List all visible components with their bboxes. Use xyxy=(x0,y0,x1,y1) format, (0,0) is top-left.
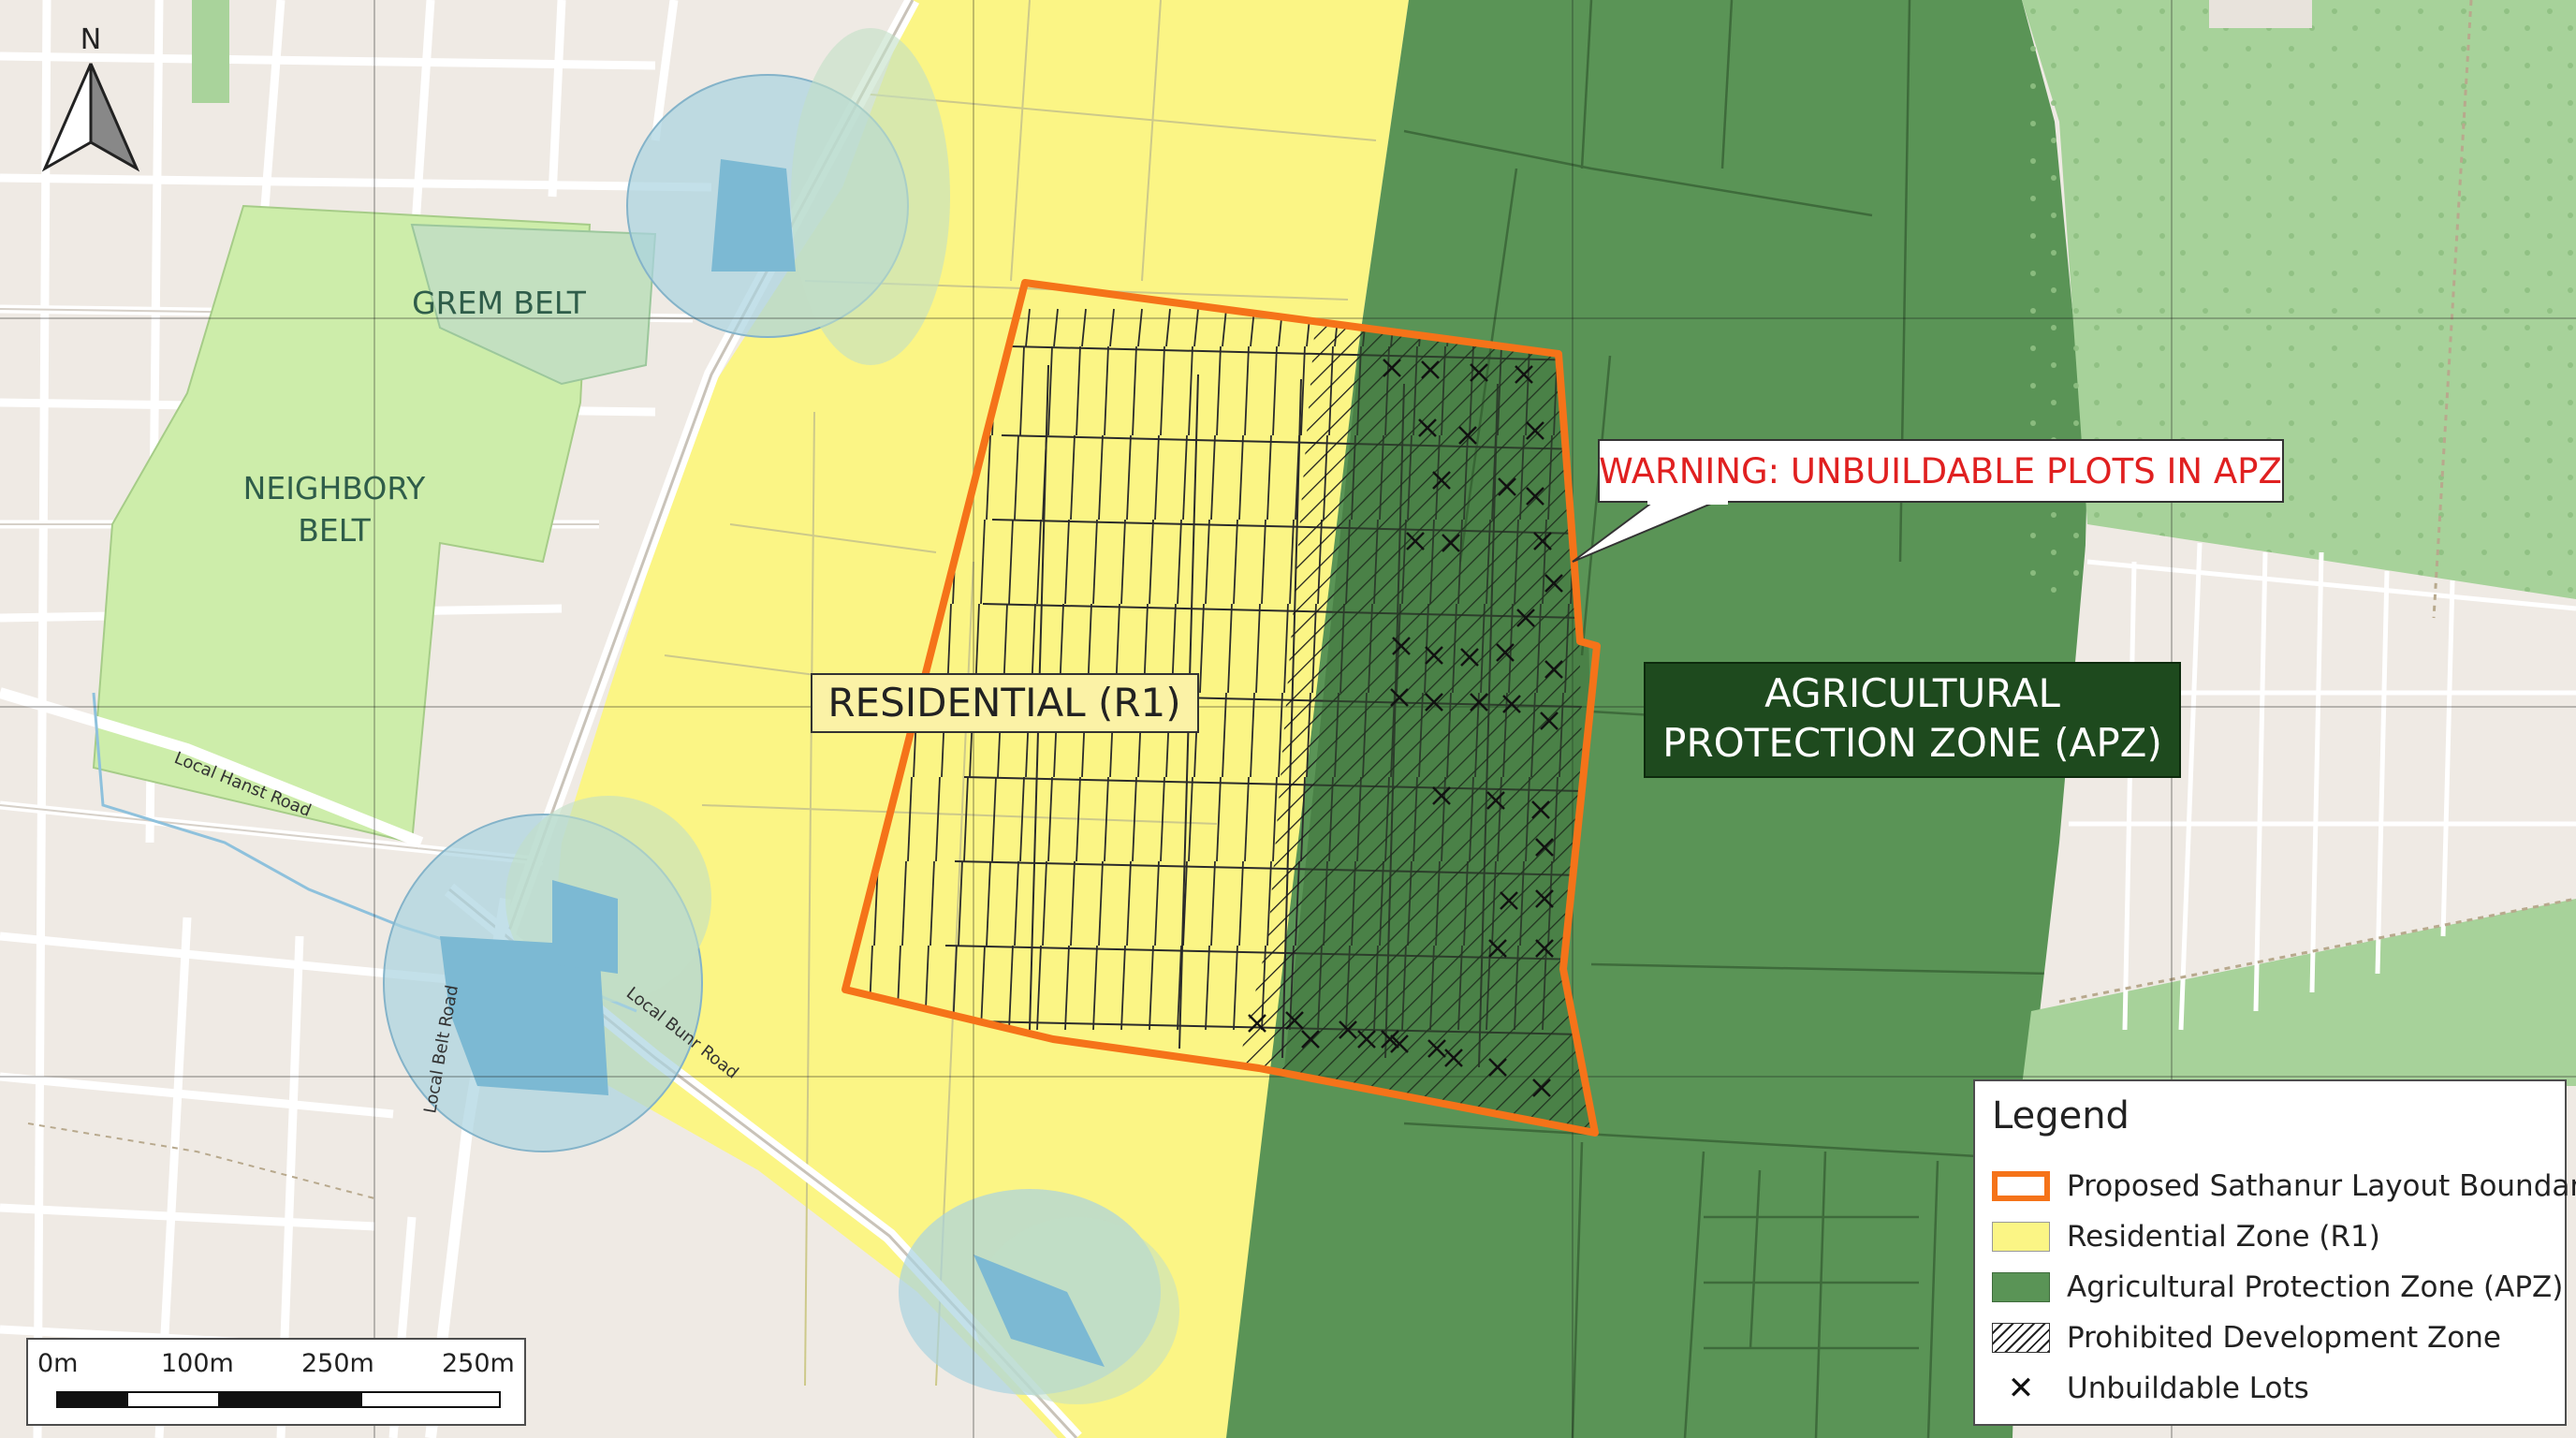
legend-item-apz: Agricultural Protection Zone (APZ) xyxy=(1992,1267,2563,1308)
legend-label: Unbuildable Lots xyxy=(2067,1372,2309,1405)
residential-swatch xyxy=(1992,1222,2050,1252)
cross-icon: ✕ xyxy=(2007,1370,2035,1407)
apz-swatch xyxy=(1992,1272,2050,1302)
legend-item-boundary: Proposed Sathanur Layout Boundary xyxy=(1992,1166,2576,1207)
legend-item-prohibited: Prohibited Development Zone xyxy=(1992,1317,2501,1358)
apz-label-2: PROTECTION ZONE (APZ) xyxy=(1662,720,2162,766)
apz-label-1: AGRICULTURAL xyxy=(1764,670,2060,716)
legend-item-unbuildable: ✕ Unbuildable Lots xyxy=(1992,1368,2309,1409)
grem-belt-label: GREM BELT xyxy=(412,285,587,321)
neighbory-belt-label-1: NEIGHBORY xyxy=(243,470,427,506)
scale-label-3: 250m xyxy=(442,1349,515,1378)
legend-item-residential: Residential Zone (R1) xyxy=(1992,1216,2380,1257)
legend-label: Residential Zone (R1) xyxy=(2067,1220,2380,1254)
warning-text: WARNING: UNBUILDABLE PLOTS IN APZ xyxy=(1599,451,2282,492)
hatch-swatch xyxy=(1992,1323,2050,1353)
scale-seg-2 xyxy=(126,1391,220,1408)
scale-label-0: 0m xyxy=(37,1349,79,1378)
scale-label-2: 250m xyxy=(301,1349,374,1378)
legend-label: Agricultural Protection Zone (APZ) xyxy=(2067,1270,2564,1304)
neighbory-belt-label-2: BELT xyxy=(298,512,371,549)
scale-label-1: 100m xyxy=(161,1349,234,1378)
scale-seg-1 xyxy=(56,1391,126,1408)
residential-label: RESIDENTIAL (R1) xyxy=(827,680,1180,726)
scale-seg-4 xyxy=(360,1391,501,1408)
scale-seg-3 xyxy=(220,1391,360,1408)
north-label: N xyxy=(80,23,101,56)
boundary-swatch xyxy=(1992,1171,2050,1201)
legend-title: Legend xyxy=(1992,1094,2130,1137)
map-legend: Legend Proposed Sathanur Layout Boundary… xyxy=(1973,1079,2576,1426)
legend-label: Proposed Sathanur Layout Boundary xyxy=(2067,1169,2576,1203)
park-strip xyxy=(192,0,229,103)
scale-bar: 0m 100m 250m 250m xyxy=(26,1338,526,1426)
legend-label: Prohibited Development Zone xyxy=(2067,1321,2501,1355)
